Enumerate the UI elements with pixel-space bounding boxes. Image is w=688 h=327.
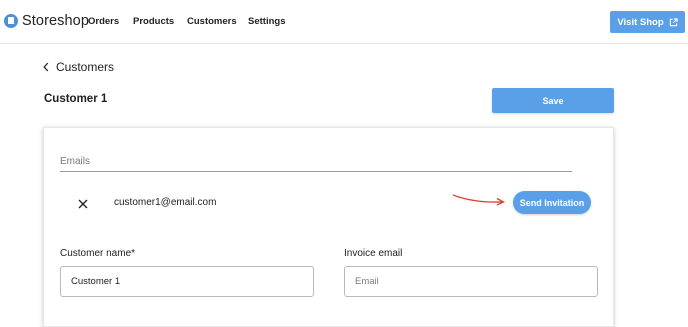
chevron-left-icon: [43, 62, 49, 72]
nav-item-customers[interactable]: Customers: [187, 16, 237, 27]
top-navigation-bar: Storeshop Orders Products Customers Sett…: [0, 0, 688, 44]
visit-shop-button[interactable]: Visit Shop: [610, 11, 685, 33]
emails-section-label: Emails: [60, 156, 91, 167]
customer-name-field[interactable]: [60, 266, 314, 297]
visit-shop-label: Visit Shop: [617, 16, 664, 28]
invoice-email-label: Invoice email: [344, 248, 403, 259]
send-invitation-button[interactable]: Send Invitation: [513, 191, 591, 214]
nav-item-settings[interactable]: Settings: [248, 16, 285, 27]
email-list-item: customer1@email.com: [114, 197, 217, 208]
customer-name-label: Customer name*: [60, 248, 136, 259]
nav-item-orders[interactable]: Orders: [88, 16, 119, 27]
nav-item-products[interactable]: Products: [133, 16, 174, 27]
save-button[interactable]: Save: [492, 88, 614, 113]
invoice-email-field[interactable]: [344, 266, 598, 297]
customer-details-card: Emails customer1@email.com Send Invitati…: [43, 127, 614, 327]
close-icon[interactable]: [77, 198, 89, 210]
emails-divider: [60, 171, 572, 172]
shop-bag-icon: [4, 14, 18, 28]
breadcrumb-back-customers[interactable]: Customers: [43, 60, 114, 74]
external-link-icon: [669, 17, 678, 26]
page-title: Customer 1: [44, 93, 108, 105]
red-arrow-annotation: [452, 194, 506, 206]
breadcrumb-label: Customers: [56, 60, 115, 74]
app-name: Storeshop: [22, 13, 89, 29]
storeshop-logo[interactable]: Storeshop: [4, 13, 89, 29]
